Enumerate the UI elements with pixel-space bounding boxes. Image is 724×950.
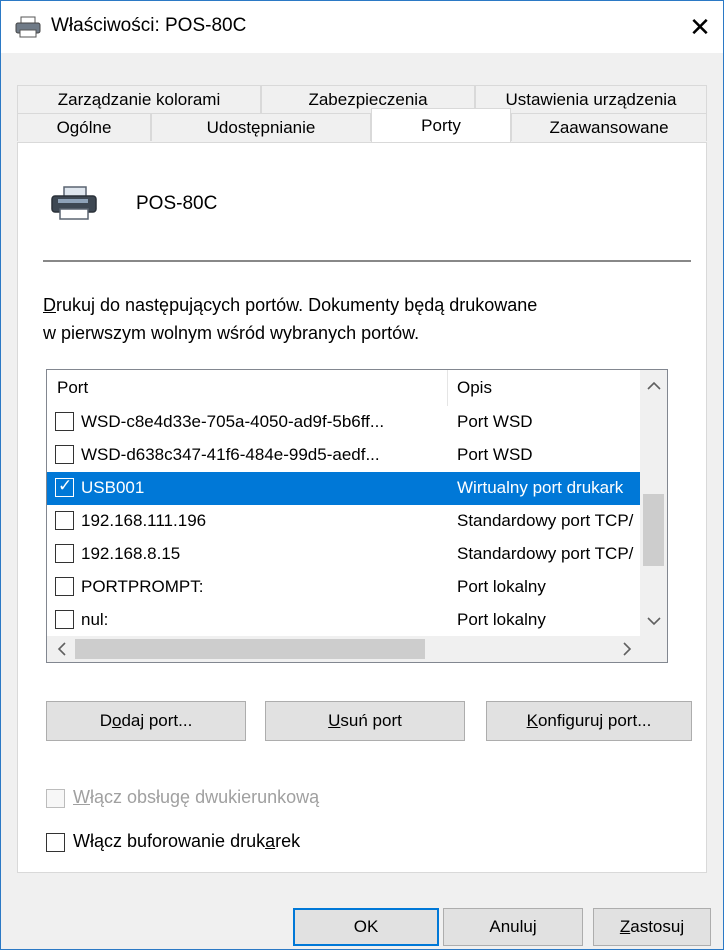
close-button[interactable]: ✕: [677, 1, 723, 53]
label-text: rek: [275, 831, 301, 851]
button-label: suń port: [340, 711, 402, 730]
scroll-right-icon[interactable]: [613, 636, 641, 662]
printer-pooling-label: Włącz buforowanie drukarek: [73, 831, 300, 852]
tab-ports[interactable]: Porty: [371, 108, 511, 142]
access-key: W: [73, 787, 90, 807]
scroll-left-icon[interactable]: [47, 636, 75, 662]
ports-description: Drukuj do następujących portów. Dokument…: [43, 291, 683, 347]
port-description: Port WSD: [457, 412, 533, 431]
tab-label: Ustawienia urządzenia: [505, 89, 677, 109]
scroll-down-icon[interactable]: [640, 606, 667, 636]
scroll-corner: [641, 636, 667, 662]
port-description: Port lokalny: [457, 577, 546, 596]
tab-sharing[interactable]: Udostępnianie: [151, 113, 371, 141]
description-line-2: w pierwszym wolnym wśród wybranych portó…: [43, 323, 420, 343]
port-row[interactable]: WSD-d638c347-41f6-484e-99d5-aedf... Port …: [47, 439, 641, 472]
button-label: Anuluj: [489, 917, 537, 936]
port-checkbox[interactable]: [55, 577, 74, 596]
label-text: Włącz buforowanie druk: [73, 831, 266, 851]
column-header-description[interactable]: Opis: [457, 378, 492, 398]
access-key: U: [328, 711, 341, 730]
button-label: daj port...: [121, 711, 193, 730]
port-row[interactable]: WSD-c8e4d33e-705a-4050-ad9f-5b6ff... Port…: [47, 406, 641, 439]
port-name: 192.168.8.15: [81, 544, 181, 563]
title-bar: Właściwości: POS-80C ✕: [1, 1, 723, 53]
access-key: o: [111, 711, 122, 730]
printer-icon: [51, 186, 97, 220]
port-row[interactable]: ✓ USB001 Wirtualny port drukark: [47, 472, 641, 505]
properties-dialog: Właściwości: POS-80C ✕ Zarządzanie kolor…: [0, 0, 724, 950]
ok-button[interactable]: OK: [293, 908, 439, 946]
description-line-1: rukuj do następujących portów. Dokumenty…: [56, 295, 538, 315]
check-icon: ✓: [58, 476, 73, 495]
label-text: łącz obsługę dwukierunkową: [90, 787, 320, 807]
horizontal-scrollbar[interactable]: [47, 636, 641, 662]
bidirectional-support-label: Włącz obsługę dwukierunkową: [73, 787, 319, 808]
bidirectional-support-checkbox[interactable]: [46, 789, 65, 808]
port-row[interactable]: PORTPROMPT: Port lokalny: [47, 571, 641, 604]
cancel-button[interactable]: Anuluj: [443, 908, 583, 946]
button-label: astosuj: [630, 917, 685, 936]
port-name: USB001: [81, 478, 145, 497]
access-key: Z: [619, 917, 631, 936]
scroll-up-icon[interactable]: [640, 370, 667, 400]
tab-label: Ogólne: [56, 117, 112, 137]
access-key: D: [43, 295, 56, 315]
port-checkbox[interactable]: [55, 610, 74, 629]
port-description: Standardowy port TCP/: [457, 511, 634, 530]
port-name: PORTPROMPT:: [81, 577, 204, 596]
window-title: Właściwości: POS-80C: [51, 15, 247, 36]
port-checkbox[interactable]: ✓: [55, 476, 74, 497]
port-row[interactable]: 192.168.8.15 Standardowy port TCP/: [47, 538, 641, 571]
access-key: K: [526, 711, 538, 730]
apply-button[interactable]: Zastosuj: [593, 908, 711, 946]
close-icon: ✕: [689, 11, 711, 42]
list-header: Port Opis: [47, 370, 641, 406]
port-checkbox[interactable]: [55, 544, 74, 563]
column-header-port[interactable]: Port: [57, 378, 88, 398]
tab-row-top: Zarządzanie kolorami Zabezpieczenia Usta…: [17, 85, 707, 115]
tab-row-bottom: Ogólne Udostępnianie Porty Zaawansowane: [17, 108, 707, 143]
tab-label: Zabezpieczenia: [308, 89, 428, 109]
printer-pooling-checkbox[interactable]: [46, 833, 65, 852]
configure-port-button[interactable]: Konfiguruj port...: [486, 701, 692, 741]
delete-port-button[interactable]: Usuń port: [265, 701, 465, 741]
tab-label: Zaawansowane: [549, 117, 669, 137]
port-checkbox[interactable]: [55, 412, 74, 431]
tab-label: Udostępnianie: [206, 117, 316, 137]
horizontal-scroll-thumb[interactable]: [75, 639, 425, 659]
port-row[interactable]: 192.168.111.196 Standardowy port TCP/: [47, 505, 641, 538]
port-row[interactable]: nul: Port lokalny: [47, 604, 641, 637]
tab-label: Zarządzanie kolorami: [57, 89, 221, 109]
button-label: onfiguruj port...: [537, 711, 652, 730]
button-label: D: [99, 711, 112, 730]
add-port-button[interactable]: Do daj port...: [46, 701, 246, 741]
ports-list[interactable]: Port Opis WSD-c8e4d33e-705a-4050-ad9f-5b…: [46, 369, 668, 663]
port-name: WSD-d638c347-41f6-484e-99d5-aedf...: [81, 445, 380, 464]
port-name: WSD-c8e4d33e-705a-4050-ad9f-5b6ff...: [81, 412, 385, 431]
port-description: Port WSD: [457, 445, 533, 464]
access-key: a: [265, 831, 276, 851]
port-description: Standardowy port TCP/: [457, 544, 634, 563]
vertical-scroll-thumb[interactable]: [643, 494, 664, 566]
tab-label: Porty: [421, 115, 461, 135]
tab-general[interactable]: Ogólne: [17, 113, 151, 141]
printer-icon: [15, 16, 41, 38]
tab-advanced[interactable]: Zaawansowane: [511, 113, 707, 141]
column-divider[interactable]: [447, 370, 448, 406]
port-description: Wirtualny port drukark: [457, 478, 624, 497]
port-name: nul:: [81, 610, 109, 629]
port-description: Port lokalny: [457, 610, 546, 629]
ports-panel: POS-80C Drukuj do następujących portów. …: [17, 142, 707, 873]
port-checkbox[interactable]: [55, 445, 74, 464]
port-checkbox[interactable]: [55, 511, 74, 530]
vertical-scrollbar[interactable]: [640, 370, 667, 636]
tab-color-management[interactable]: Zarządzanie kolorami: [17, 85, 261, 113]
printer-name: POS-80C: [136, 193, 218, 214]
button-label: OK: [353, 917, 379, 936]
port-name: 192.168.111.196: [81, 511, 207, 530]
separator: [43, 260, 691, 262]
